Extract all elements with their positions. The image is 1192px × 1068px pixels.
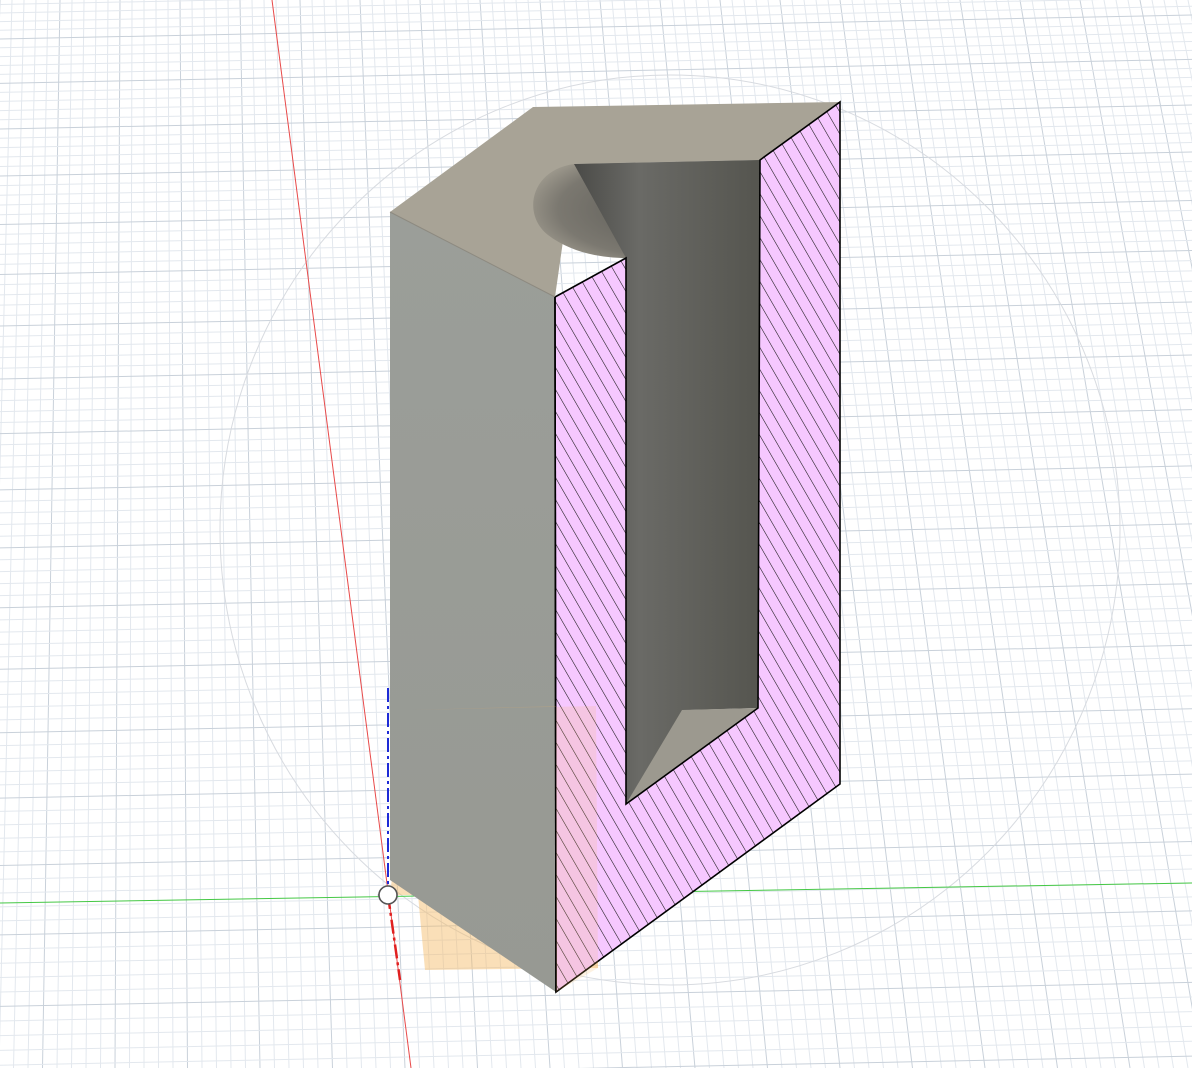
grid-line <box>1031 0 1192 927</box>
grid-line <box>971 0 1145 1068</box>
grid-line <box>851 0 1000 1068</box>
grid-line <box>0 996 1192 1022</box>
grid-line <box>251 0 275 1068</box>
scene-canvas[interactable] <box>0 0 1192 1068</box>
grid-line <box>1103 0 1192 473</box>
cad-3d-viewport[interactable] <box>0 0 1192 1068</box>
grid-line <box>899 0 1058 1068</box>
grid-line <box>1043 0 1192 846</box>
grid-line <box>959 0 1131 1068</box>
grid-line <box>0 0 674 14</box>
grid-line <box>0 0 13 486</box>
grid-line <box>56 0 73 1068</box>
grid-line <box>1007 0 1189 1068</box>
grid-line <box>263 0 290 1068</box>
grid-line <box>983 0 1160 1068</box>
grid-line <box>1151 0 1192 207</box>
grid-line <box>71 0 85 1068</box>
grid-line <box>0 49 1192 75</box>
grid-line <box>1139 0 1192 271</box>
grid-line <box>0 981 1192 1007</box>
grid-line <box>0 58 1192 84</box>
grid-line <box>839 0 986 1068</box>
solid-body[interactable] <box>389 100 841 994</box>
grid-line <box>1187 0 1192 23</box>
grid-line <box>215 0 232 1068</box>
grid-line <box>347 0 391 1068</box>
grid-line <box>935 0 1102 1068</box>
grid-line <box>13 0 37 1068</box>
left-face[interactable] <box>390 212 556 992</box>
grid-line <box>887 0 1044 1068</box>
grid-line <box>0 1025 1192 1051</box>
grid-line <box>1067 0 1192 691</box>
grid-line <box>0 0 25 1047</box>
grid-line <box>0 1011 1192 1037</box>
grid-line <box>1019 0 1192 1010</box>
grid-line <box>167 0 174 1068</box>
origin-point-icon[interactable] <box>377 885 398 905</box>
grid-line <box>0 967 1192 993</box>
grid-line <box>1115 0 1192 404</box>
grid-line <box>191 0 203 1068</box>
grid-line <box>203 0 217 1068</box>
grid-line <box>179 0 188 1068</box>
grid-line <box>947 0 1116 1068</box>
grid-line <box>155 0 159 1068</box>
edge-front-vertical <box>554 296 557 993</box>
